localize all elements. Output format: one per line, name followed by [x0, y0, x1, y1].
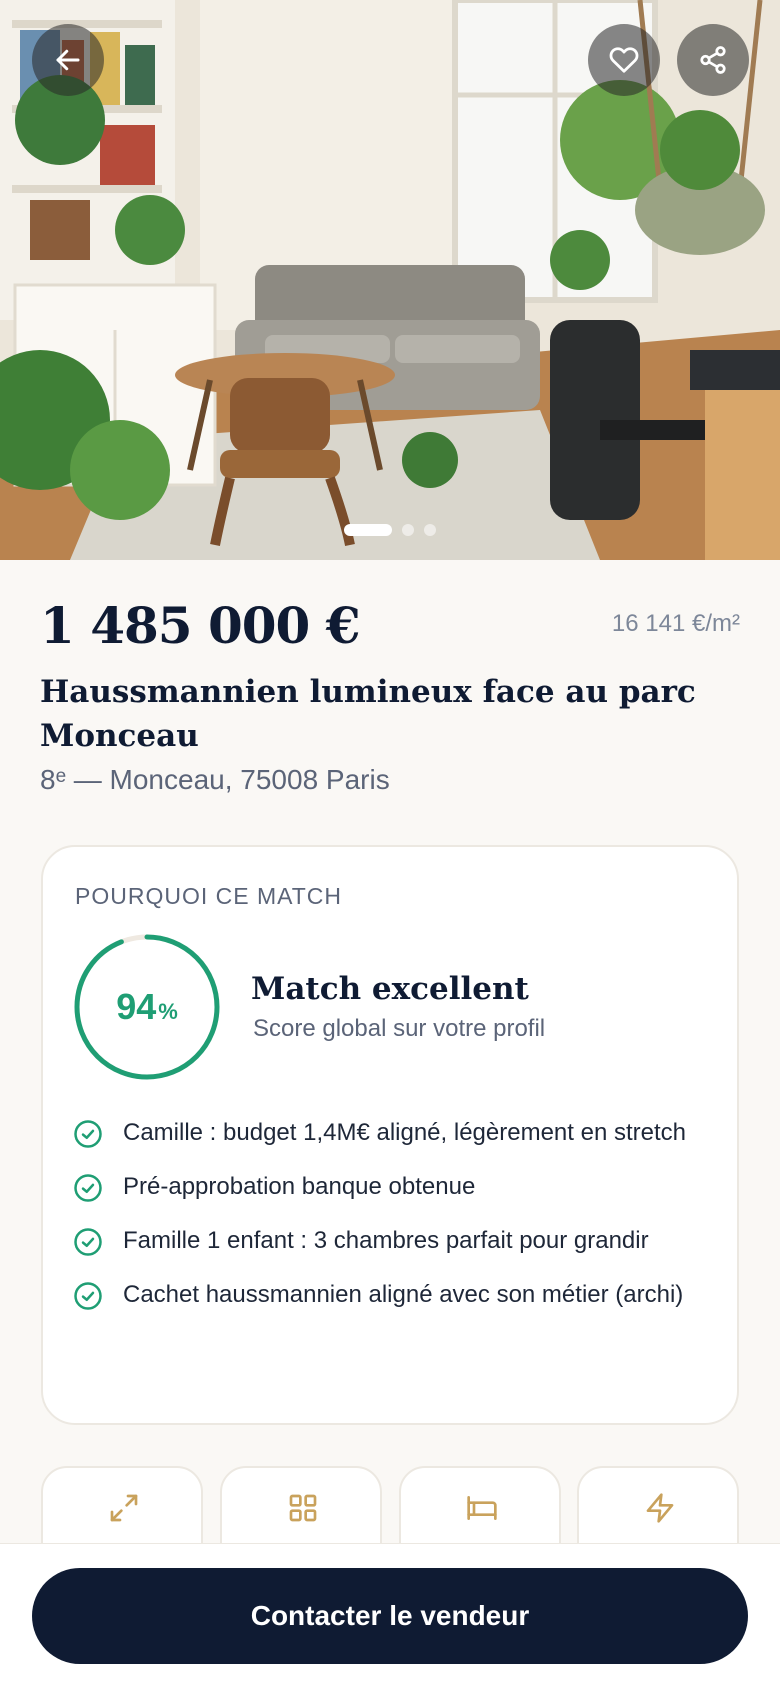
check-circle-icon: [74, 1174, 102, 1202]
check-circle-icon: [74, 1282, 102, 1310]
grid-rooms-icon: [289, 1494, 317, 1522]
favorite-button[interactable]: [588, 24, 660, 96]
check-circle-icon: [74, 1120, 102, 1148]
heart-icon: [609, 47, 639, 73]
expand-arrows-icon: [110, 1494, 138, 1522]
carousel-dot[interactable]: [424, 524, 436, 536]
match-card-kicker: POURQUOI CE MATCH: [75, 883, 343, 909]
match-score-value: 94: [116, 986, 157, 1027]
back-button[interactable]: [32, 24, 104, 96]
listing-photo-carousel[interactable]: [0, 0, 780, 560]
arrow-left-icon: [56, 49, 80, 71]
match-card: POURQUOI CE MATCH 94% Match excellent Sc…: [41, 845, 739, 1425]
listing-title: Haussmannien lumineux face au parc Monce…: [40, 674, 696, 754]
match-reason-item: Famille 1 enfant : 3 chambres parfait po…: [73, 1221, 713, 1261]
price-per-square-meter: 16 141 €/m²: [611, 610, 740, 637]
match-score: 94%: [73, 933, 221, 1081]
match-label: Match excellent: [251, 971, 529, 1007]
share-button[interactable]: [677, 24, 749, 96]
match-reasons-list: Camille : budget 1,4M€ aligné, légèremen…: [73, 1113, 713, 1329]
match-reason-item: Camille : budget 1,4M€ aligné, légèremen…: [73, 1113, 713, 1153]
match-reason-text: Famille 1 enfant : 3 chambres parfait po…: [123, 1227, 649, 1254]
lightning-energy-icon: [646, 1493, 674, 1523]
contact-seller-button[interactable]: Contacter le vendeur: [32, 1568, 748, 1664]
match-sublabel: Score global sur votre profil: [253, 1015, 546, 1042]
listing-address: 8ᵉ — Monceau, 75008 Paris: [40, 764, 390, 795]
bed-icon: [467, 1496, 497, 1520]
carousel-dot-active[interactable]: [344, 524, 392, 536]
check-circle-icon: [74, 1228, 102, 1256]
carousel-dot[interactable]: [402, 524, 414, 536]
bottom-action-bar: Contacter le vendeur: [0, 1543, 780, 1688]
match-score-unit: %: [158, 999, 178, 1024]
match-reason-text: Camille : budget 1,4M€ aligné, légèremen…: [123, 1119, 686, 1146]
share-icon: [700, 46, 726, 74]
match-reason-item: Cachet haussmannien aligné avec son méti…: [73, 1275, 713, 1315]
listing-photo: [0, 0, 780, 560]
match-reason-item: Pré-approbation banque obtenue: [73, 1167, 713, 1207]
match-reason-text: Cachet haussmannien aligné avec son méti…: [123, 1281, 684, 1308]
listing-price: 1 485 000 €: [40, 596, 361, 655]
carousel-indicator: [0, 524, 780, 536]
match-reason-text: Pré-approbation banque obtenue: [123, 1173, 476, 1200]
match-score-ring: 94%: [73, 933, 221, 1081]
